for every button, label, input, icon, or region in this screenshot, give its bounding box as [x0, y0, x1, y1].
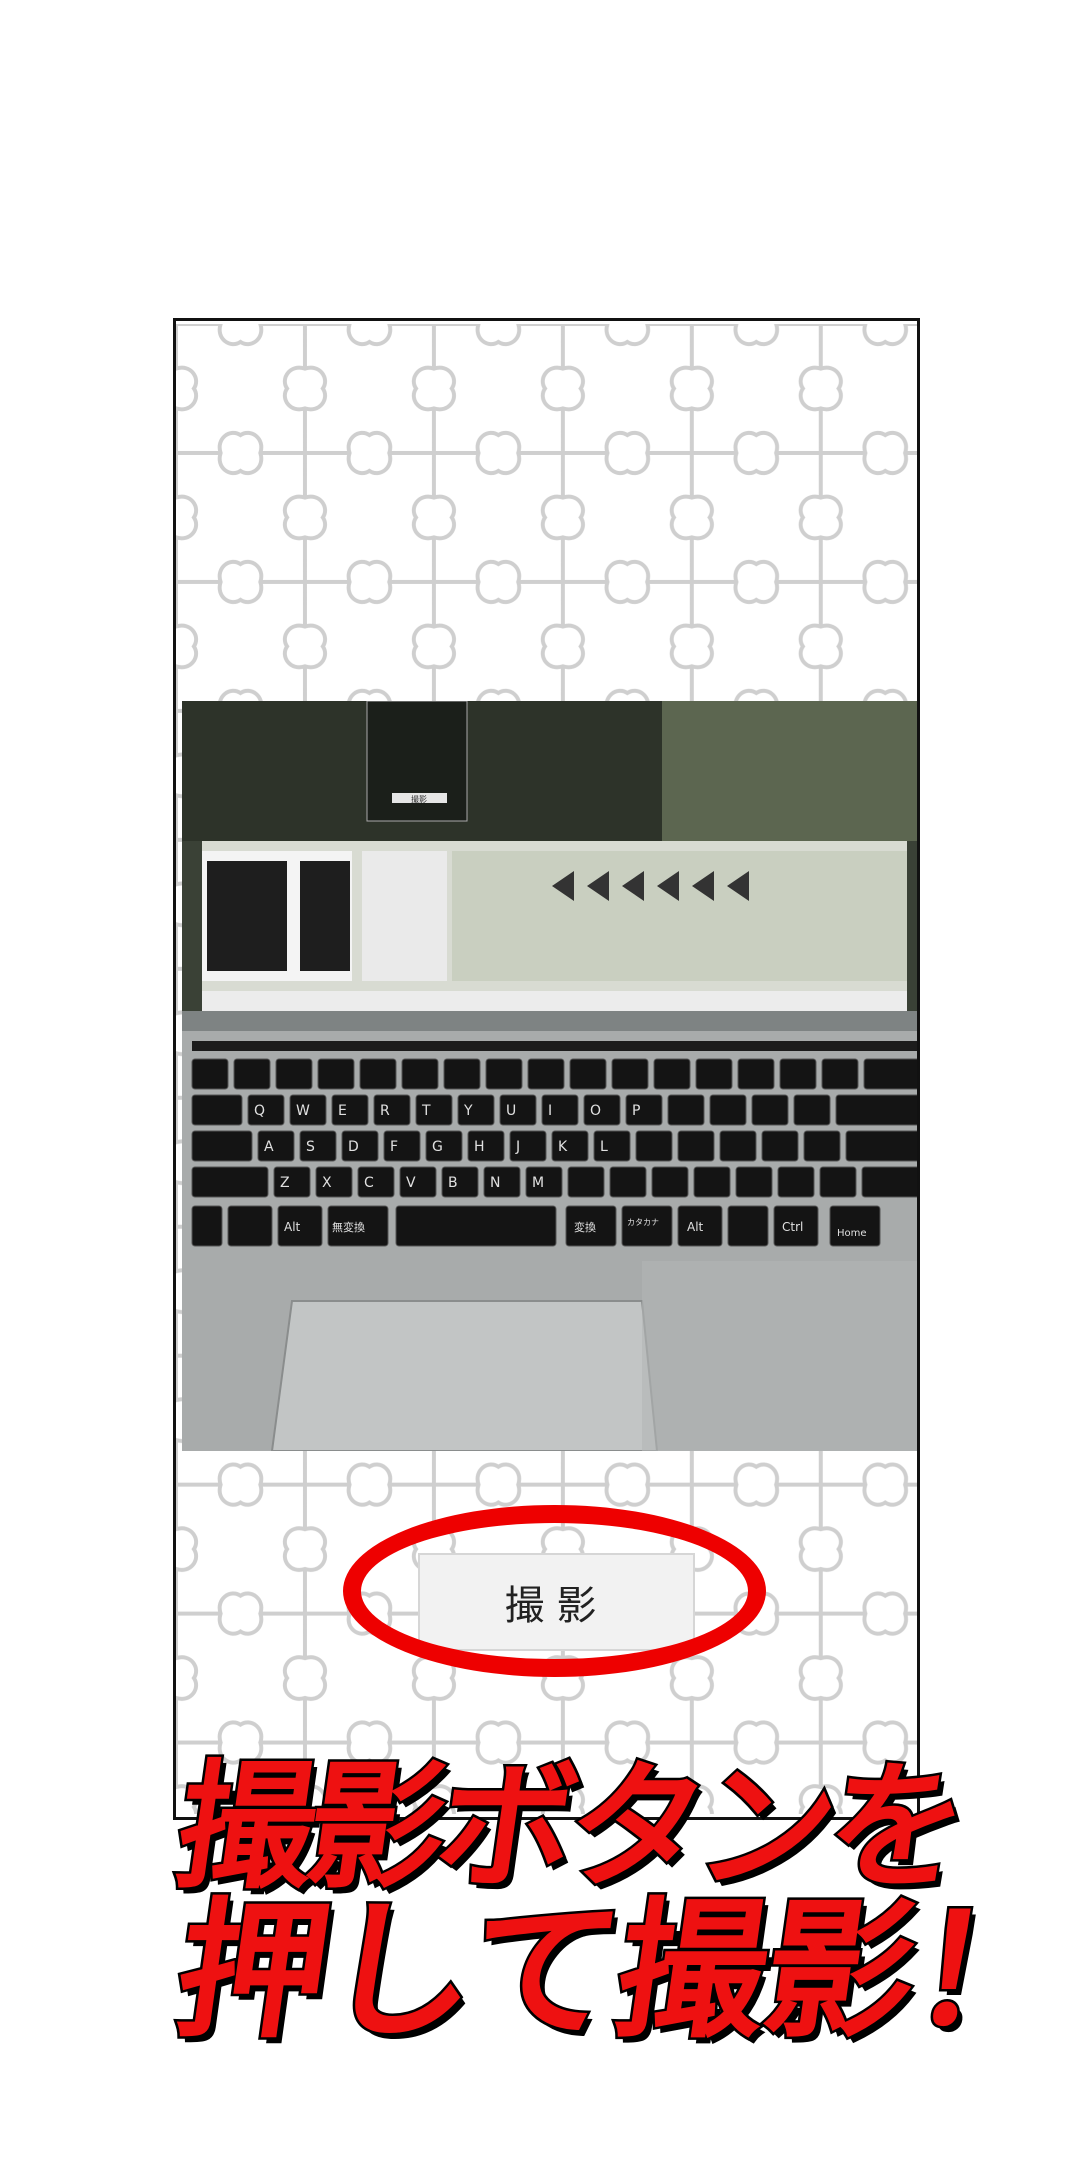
instruction-caption-line2: 押して撮影！ — [163, 1883, 1076, 2062]
svg-text:C: C — [364, 1175, 374, 1191]
svg-text:Home: Home — [837, 1228, 867, 1239]
svg-text:P: P — [632, 1103, 640, 1119]
svg-text:F: F — [390, 1139, 398, 1155]
camera-app-frame: 撮影 Q W E R T Y U I O P A S D F G H J K L… — [173, 318, 920, 1820]
svg-text:M: M — [532, 1175, 544, 1191]
preview-button-label: 撮影 — [411, 794, 427, 804]
svg-text:J: J — [515, 1139, 520, 1155]
svg-text:O: O — [590, 1103, 601, 1119]
svg-text:W: W — [296, 1103, 310, 1119]
camera-preview-photo: 撮影 Q W E R T Y U I O P A S D F G H J K L… — [182, 701, 917, 1451]
svg-text:T: T — [421, 1103, 431, 1119]
svg-text:Alt: Alt — [687, 1220, 704, 1234]
svg-text:R: R — [380, 1103, 390, 1119]
svg-text:H: H — [474, 1139, 485, 1155]
svg-text:無変換: 無変換 — [332, 1220, 365, 1234]
svg-text:Alt: Alt — [284, 1220, 301, 1234]
svg-text:Ctrl: Ctrl — [782, 1220, 803, 1234]
svg-text:S: S — [306, 1139, 315, 1155]
svg-text:U: U — [506, 1103, 516, 1119]
svg-text:X: X — [322, 1175, 332, 1191]
svg-text:変換: 変換 — [574, 1220, 596, 1234]
svg-text:N: N — [490, 1175, 500, 1191]
shutter-button[interactable]: 撮影 — [418, 1553, 695, 1651]
svg-text:Y: Y — [463, 1103, 473, 1119]
svg-text:V: V — [406, 1175, 416, 1191]
svg-text:I: I — [548, 1103, 552, 1119]
svg-text:A: A — [264, 1139, 274, 1155]
svg-text:K: K — [558, 1139, 568, 1155]
svg-text:Q: Q — [254, 1103, 265, 1119]
svg-text:D: D — [348, 1139, 359, 1155]
svg-text:L: L — [600, 1139, 608, 1155]
svg-text:E: E — [338, 1103, 347, 1119]
laptop-photo-icon: 撮影 Q W E R T Y U I O P A S D F G H J K L… — [182, 701, 917, 1451]
shutter-button-label: 撮影 — [504, 1583, 609, 1629]
svg-text:B: B — [448, 1175, 458, 1191]
svg-text:G: G — [432, 1139, 443, 1155]
svg-text:Z: Z — [280, 1175, 290, 1191]
svg-text:カタカナ: カタカナ — [627, 1218, 659, 1227]
